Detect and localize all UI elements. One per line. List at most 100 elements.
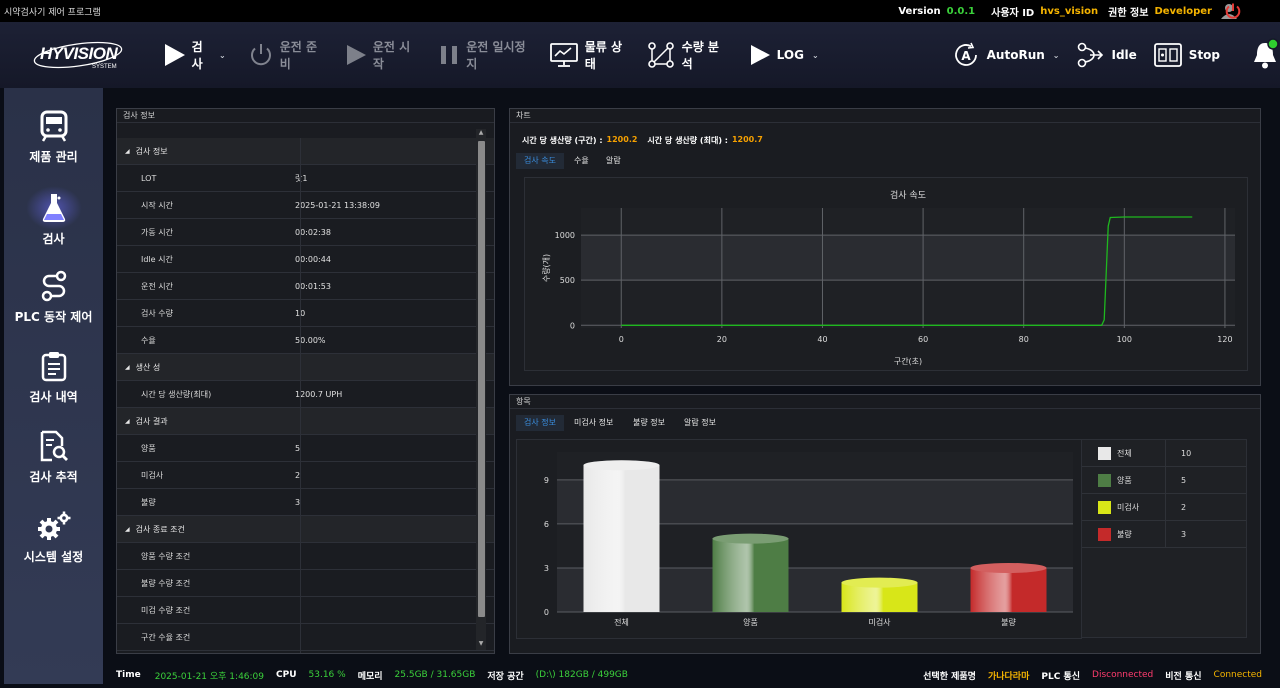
x-axis-label: 구간(초) xyxy=(894,356,922,366)
items-panel: 항목 검사 정보 미검사 정보 불량 정보 알람 정보 0 3 6 9 전체 양품 미검사 불… xyxy=(509,394,1261,654)
plc-comm-status: Disconnected xyxy=(1092,670,1154,680)
tab-inspection-speed[interactable]: 검사 속도 xyxy=(516,153,564,169)
row-label: 양품 xyxy=(141,443,156,453)
cpu-label: CPU xyxy=(276,670,297,680)
product-icon xyxy=(40,110,67,142)
info-row-idle-time: Idle 시간 00:00:44 xyxy=(117,246,494,273)
logo: HYVISION SYSTEM xyxy=(0,22,154,88)
info-row-lot: LOT 랏1 xyxy=(117,165,494,192)
autorun-label: AutoRun xyxy=(986,48,1045,62)
collapse-arrow-icon: ◢ xyxy=(125,417,130,425)
analysis-label: 수량 분석 xyxy=(681,40,719,71)
sidebar-item-plc-control[interactable]: PLC 동작 제어 xyxy=(4,270,103,330)
tab-yield[interactable]: 수율 xyxy=(566,153,597,169)
cpu-value: 53.16 % xyxy=(308,670,346,680)
section-label: 검사 결과 xyxy=(135,416,168,426)
bar-shine xyxy=(712,538,789,612)
idle-button[interactable]: Idle xyxy=(1067,35,1144,75)
inspect-menu-button[interactable]: 검사 ⌄ xyxy=(154,35,234,75)
chart-panel: 차트 시간 당 생산량 (구간) : 1200.2 시간 당 생산량 (최대) … xyxy=(509,108,1261,386)
start-label: 운전 시작 xyxy=(372,40,411,71)
condition-row-defect-count: 불량 수량 조건 xyxy=(117,570,494,597)
sidebar-item-product-management[interactable]: 제품 관리 xyxy=(4,110,103,170)
section-header-inspection-info[interactable]: ◢ 검사 정보 xyxy=(117,138,494,165)
x-tick-label: 전체 xyxy=(614,617,629,627)
legend-name: 양품 xyxy=(1117,475,1132,485)
idle-route-icon xyxy=(1078,42,1104,68)
tab-inspection-info[interactable]: 검사 정보 xyxy=(516,415,564,431)
ready-label: 운전 준비 xyxy=(279,40,318,71)
info-row-yield: 수율 50.00% xyxy=(117,327,494,354)
flask-icon xyxy=(42,194,65,222)
uph-summary: 시간 당 생산량 (구간) : 1200.2 시간 당 생산량 (최대) : 1… xyxy=(522,135,763,146)
row-value: 3 xyxy=(295,497,301,507)
section-header-end-conditions[interactable]: ◢ 검사 종료 조건 xyxy=(117,516,494,543)
condition-row-interval-yield: 구간 수율 조건 xyxy=(117,624,494,651)
chevron-down-icon: ⌄ xyxy=(219,50,226,60)
row-label: 가동 시간 xyxy=(141,227,173,237)
tab-alarm-info[interactable]: 알람 정보 xyxy=(676,415,724,431)
row-value: 50.00% xyxy=(295,335,326,345)
items-legend: 전체 10 양품 5 미검사 2 불량 3 xyxy=(1081,439,1247,638)
quantity-analysis-button[interactable]: 수량 분석 xyxy=(638,35,735,75)
legend-swatch xyxy=(1098,527,1111,541)
row-label: 구간 수율 조건 xyxy=(141,632,191,642)
play-icon xyxy=(750,45,770,65)
power-icon[interactable] xyxy=(1224,2,1242,20)
pause-button[interactable]: 운전 일시정지 xyxy=(430,35,541,75)
tab-alarm[interactable]: 알람 xyxy=(598,153,629,169)
row-label: 양품 수량 조건 xyxy=(141,551,191,561)
legend-swatch xyxy=(1098,473,1111,487)
items-chart-area: 0 3 6 9 전체 양품 미검사 불량 xyxy=(516,439,1082,639)
plot-band xyxy=(581,235,1235,281)
legend-value: 10 xyxy=(1181,448,1192,458)
scroll-down-icon[interactable]: ▼ xyxy=(476,640,486,650)
info-scrollbar[interactable]: ▲ ▼ xyxy=(476,129,486,650)
stop-label: Stop xyxy=(1188,48,1221,62)
row-label: 미검사 xyxy=(141,470,164,480)
tab-uninspected-info[interactable]: 미검사 정보 xyxy=(566,415,621,431)
row-label: 수율 xyxy=(141,335,156,345)
x-tick-label: 불량 xyxy=(1001,617,1016,627)
condition-row-uninspected-count: 미검 수량 조건 xyxy=(117,597,494,624)
sidebar-item-system-settings[interactable]: 시스템 설정 xyxy=(4,510,103,570)
tab-defect-info[interactable]: 불량 정보 xyxy=(625,415,673,431)
legend-name: 불량 xyxy=(1117,529,1132,539)
legend-value: 3 xyxy=(1181,529,1187,539)
section-header-productivity[interactable]: ◢ 생산 성 xyxy=(117,354,494,381)
row-label: LOT xyxy=(141,173,157,183)
log-menu-button[interactable]: LOG ⌄ xyxy=(741,35,827,75)
legend-value: 2 xyxy=(1181,502,1187,512)
scrollbar-thumb[interactable] xyxy=(478,141,485,617)
uph-max-label: 시간 당 생산량 (최대) : xyxy=(647,136,728,145)
sidebar-item-inspection-history[interactable]: 검사 내역 xyxy=(4,350,103,410)
row-value: 00:00:44 xyxy=(295,254,331,264)
y-tick-label: 0 xyxy=(570,321,575,330)
info-row-run-time: 운전 시간 00:01:53 xyxy=(117,273,494,300)
logistics-status-button[interactable]: 물류 상태 xyxy=(541,35,638,75)
logo-text: HYVISION xyxy=(40,44,118,63)
scroll-up-icon[interactable]: ▲ xyxy=(476,129,486,139)
time-value: 2025-01-21 오후 1:46:09 xyxy=(154,671,264,682)
sidebar-item-inspection-trace[interactable]: 검사 추적 xyxy=(4,430,103,490)
autorun-button[interactable]: A AutoRun ⌄ xyxy=(943,35,1068,75)
legend-name: 전체 xyxy=(1117,448,1132,458)
start-button[interactable]: 운전 시작 xyxy=(337,35,426,75)
sidebar-item-inspection[interactable]: 검사 xyxy=(4,186,103,250)
x-tick-label: 80 xyxy=(1019,335,1029,344)
y-axis-label: 수량(개) xyxy=(541,254,551,282)
bell-icon[interactable] xyxy=(1250,38,1280,72)
selected-product-label: 선택한 제품명 xyxy=(923,671,976,682)
stop-button[interactable]: Stop xyxy=(1145,35,1228,75)
inspect-label: 검사 xyxy=(191,40,203,71)
y-tick-label: 500 xyxy=(560,276,575,285)
legend-value: 5 xyxy=(1181,475,1187,485)
collapse-arrow-icon: ◢ xyxy=(125,147,130,155)
section-header-inspection-result[interactable]: ◢ 검사 결과 xyxy=(117,408,494,435)
ready-button[interactable]: 운전 준비 xyxy=(240,35,333,75)
section-label: 생산 성 xyxy=(135,362,161,372)
y-tick-label: 9 xyxy=(544,476,549,485)
plc-path-icon xyxy=(41,270,66,302)
info-row-uptime: 가동 시간 00:02:38 xyxy=(117,219,494,246)
row-label: 시작 시간 xyxy=(141,200,173,210)
